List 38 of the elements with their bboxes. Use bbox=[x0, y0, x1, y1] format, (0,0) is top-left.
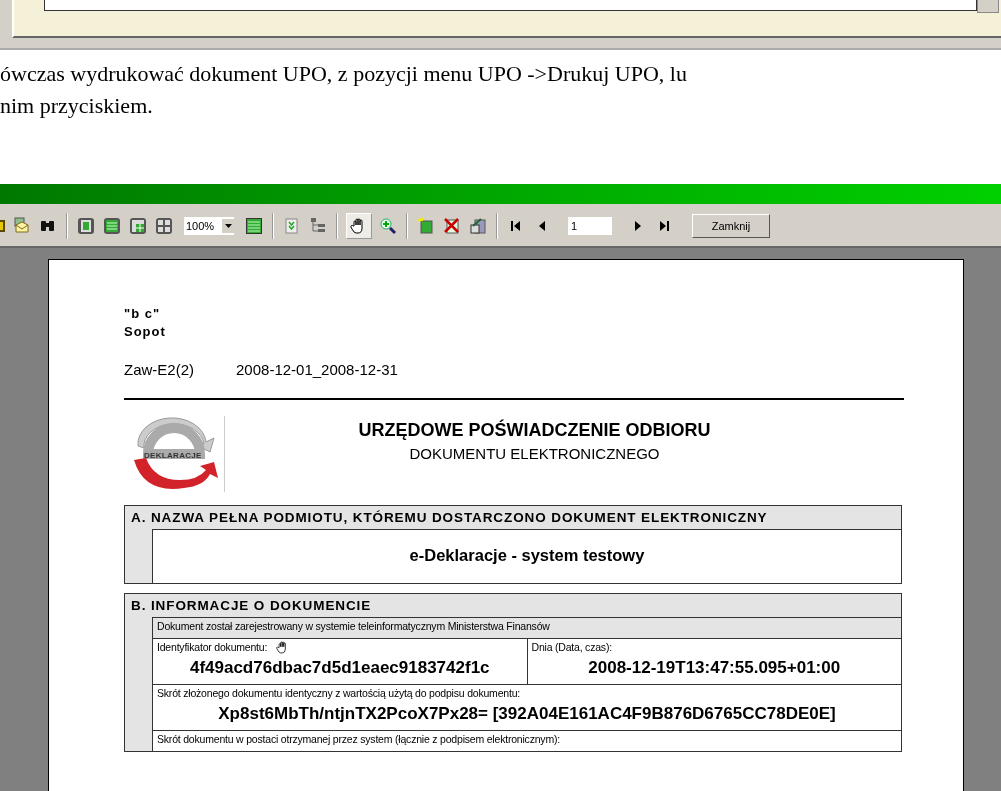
field-label: Skrót złożonego dokumentu identyczny z wartością użytą do podpisu dokumentu: bbox=[157, 687, 520, 699]
section-heading: A. NAZWA PEŁNA PODMIOTU, KTÓREMU DOSTARCZONO DOKUMENT ELEKTRONICZNY bbox=[131, 509, 769, 527]
new-page-icon[interactable] bbox=[417, 217, 435, 235]
envelope-icon[interactable] bbox=[13, 217, 31, 235]
export-icon[interactable] bbox=[469, 217, 487, 235]
field-label: Dnia (Data, czas): bbox=[531, 641, 612, 653]
four-pages-icon[interactable] bbox=[155, 217, 173, 235]
document-title: URZĘDOWE POŚWIADCZENIE ODBIORU bbox=[358, 420, 711, 441]
single-page-icon[interactable] bbox=[77, 217, 95, 235]
logo-text: DEKLARACJE bbox=[144, 451, 202, 460]
tree-icon[interactable] bbox=[309, 217, 327, 235]
field-value: e-Deklaracje - system testowy bbox=[408, 546, 646, 565]
field-value: Xp8st6MbTh/ntjnTX2PcoX7Px28= [392A04E161AC4F9B876D6765CC78DE0E] bbox=[217, 704, 837, 724]
page-lines-icon[interactable] bbox=[245, 217, 263, 235]
page-grid-icon[interactable] bbox=[129, 217, 147, 235]
paragraph-line: nim przyciskiem. bbox=[0, 92, 154, 120]
field-value: 4f49acd76dbac7d5d1eaec9183742f1c bbox=[188, 658, 491, 678]
section-heading: B. INFORMACJE O DOKUMENCIE bbox=[131, 597, 373, 615]
paragraph-line: ówczas wydrukować dokument UPO, z pozycji menu UPO ->Drukuj UPO, lu bbox=[0, 60, 688, 88]
document-subtitle: DOKUMENTU ELEKTRONICZNEGO bbox=[409, 445, 660, 462]
company-name: "b c" bbox=[124, 305, 162, 323]
dropdown-arrow-icon bbox=[224, 224, 232, 228]
field-value: 2008-12-19T13:47:55.095+01:00 bbox=[587, 658, 842, 678]
zoom-dropdown[interactable]: 100% bbox=[184, 217, 234, 235]
page-number-field[interactable]: 1 bbox=[568, 217, 612, 235]
double-chevron-icon[interactable] bbox=[283, 217, 301, 235]
period: 2008-12-01_2008-12-31 bbox=[236, 361, 398, 378]
form-code: Zaw-E2(2) bbox=[124, 361, 194, 378]
pressed-tool-button[interactable] bbox=[346, 213, 372, 239]
zoom-in-icon[interactable] bbox=[379, 217, 397, 235]
field-label: Dokument został zarejestrowany w systemie teleinformatycznym Ministerstwa Finansów bbox=[157, 620, 550, 632]
field-label: Skrót dokumentu w postaci otrzymanej przez system (łącznie z podpisem elektronicznym): bbox=[157, 733, 560, 745]
field-label: Identyfikator dokumentu: bbox=[157, 641, 268, 653]
page-width-icon[interactable] bbox=[103, 217, 121, 235]
delete-icon[interactable] bbox=[443, 217, 461, 235]
close-button[interactable]: Zamknij bbox=[692, 214, 770, 238]
text-field[interactable] bbox=[44, 0, 977, 11]
city: Sopot bbox=[124, 323, 167, 341]
